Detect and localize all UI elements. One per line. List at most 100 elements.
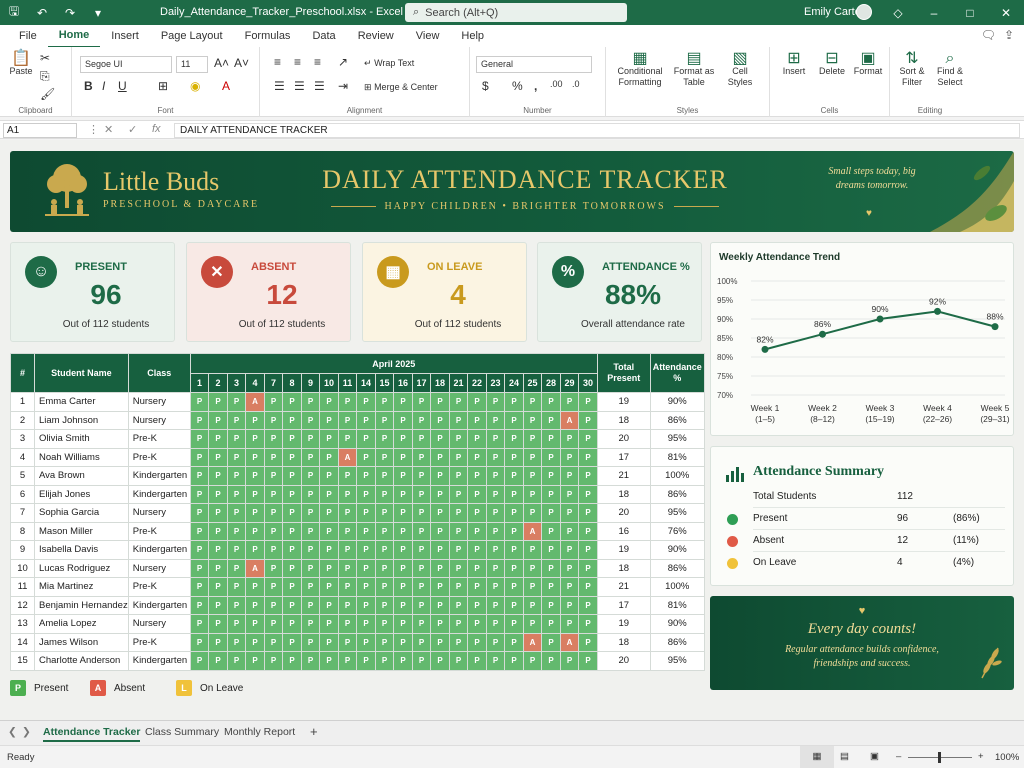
attendance-mark-cell[interactable]: P xyxy=(393,632,413,652)
attendance-mark-cell[interactable]: P xyxy=(485,540,506,560)
align-center-icon[interactable]: ☰ xyxy=(294,79,305,93)
attendance-mark-cell[interactable]: P xyxy=(578,484,598,504)
attendance-mark-cell[interactable]: A xyxy=(337,447,358,467)
attendance-mark-cell[interactable]: P xyxy=(467,558,487,578)
attendance-mark-cell[interactable]: P xyxy=(504,595,524,615)
increase-font-icon[interactable]: A˄ xyxy=(214,56,229,70)
attendance-mark-cell[interactable]: P xyxy=(319,447,339,467)
row-number-cell[interactable]: 13 xyxy=(10,614,35,634)
attendance-mark-cell[interactable]: P xyxy=(504,651,524,671)
attendance-mark-cell[interactable]: P xyxy=(356,429,376,449)
attendance-mark-cell[interactable]: P xyxy=(393,410,413,430)
class-cell[interactable]: Kindergarten xyxy=(127,484,191,504)
redo-icon[interactable]: ↷ xyxy=(56,0,84,25)
avatar[interactable] xyxy=(856,4,872,20)
attendance-mark-cell[interactable]: P xyxy=(356,651,376,671)
attendance-mark-cell[interactable]: P xyxy=(467,595,487,615)
attendance-mark-cell[interactable]: P xyxy=(374,632,395,652)
attendance-mark-cell[interactable]: P xyxy=(559,503,580,523)
attendance-mark-cell[interactable]: P xyxy=(467,392,487,412)
attendance-mark-cell[interactable]: P xyxy=(189,651,210,671)
underline-icon[interactable]: U xyxy=(118,79,127,93)
student-name-cell[interactable]: Mia Martinez xyxy=(34,577,129,597)
attendance-pct-cell[interactable]: 86% xyxy=(649,558,705,578)
attendance-mark-cell[interactable]: P xyxy=(578,614,598,634)
attendance-mark-cell[interactable]: P xyxy=(245,466,265,486)
attendance-mark-cell[interactable]: P xyxy=(467,632,487,652)
attendance-mark-cell[interactable]: P xyxy=(356,558,376,578)
attendance-mark-cell[interactable]: P xyxy=(300,521,321,541)
attendance-mark-cell[interactable]: P xyxy=(374,558,395,578)
attendance-mark-cell[interactable]: P xyxy=(300,632,321,652)
attendance-mark-cell[interactable]: P xyxy=(411,521,432,541)
day-header[interactable]: 25 xyxy=(522,373,543,393)
attendance-mark-cell[interactable]: P xyxy=(578,595,598,615)
normal-view-icon[interactable]: ▦ xyxy=(800,746,834,768)
attendance-mark-cell[interactable]: P xyxy=(226,392,247,412)
insert-function-icon[interactable]: fx xyxy=(152,123,161,135)
format-painter-icon[interactable]: 🖌 xyxy=(40,87,55,101)
attendance-mark-cell[interactable]: P xyxy=(226,540,247,560)
total-present-cell[interactable]: 18 xyxy=(596,558,651,578)
attendance-mark-cell[interactable]: P xyxy=(208,558,228,578)
attendance-mark-cell[interactable]: P xyxy=(226,429,247,449)
attendance-mark-cell[interactable]: P xyxy=(374,595,395,615)
class-cell[interactable]: Pre-K xyxy=(127,521,191,541)
attendance-mark-cell[interactable]: P xyxy=(263,503,284,523)
currency-icon[interactable]: $ xyxy=(482,79,489,93)
attendance-mark-cell[interactable]: P xyxy=(522,410,543,430)
attendance-mark-cell[interactable]: P xyxy=(430,410,450,430)
attendance-mark-cell[interactable]: P xyxy=(356,540,376,560)
attendance-mark-cell[interactable]: P xyxy=(189,614,210,634)
attendance-mark-cell[interactable]: P xyxy=(208,521,228,541)
sheet-tab-attendance-tracker[interactable]: Attendance Tracker xyxy=(43,726,141,742)
attendance-mark-cell[interactable]: P xyxy=(485,392,506,412)
save-icon[interactable]: 🖫 xyxy=(0,0,28,25)
tab-data[interactable]: Data xyxy=(301,25,346,47)
attendance-mark-cell[interactable]: P xyxy=(300,484,321,504)
attendance-mark-cell[interactable]: P xyxy=(411,540,432,560)
attendance-mark-cell[interactable]: P xyxy=(263,540,284,560)
attendance-mark-cell[interactable]: P xyxy=(393,577,413,597)
attendance-mark-cell[interactable]: P xyxy=(282,558,302,578)
attendance-mark-cell[interactable]: P xyxy=(226,632,247,652)
attendance-mark-cell[interactable]: P xyxy=(319,466,339,486)
attendance-mark-cell[interactable]: P xyxy=(559,558,580,578)
attendance-mark-cell[interactable]: P xyxy=(504,614,524,634)
attendance-mark-cell[interactable]: P xyxy=(226,410,247,430)
attendance-mark-cell[interactable]: P xyxy=(356,614,376,634)
total-present-cell[interactable]: 19 xyxy=(596,540,651,560)
row-number-cell[interactable]: 4 xyxy=(10,447,35,467)
attendance-mark-cell[interactable]: P xyxy=(189,558,210,578)
attendance-mark-cell[interactable]: P xyxy=(337,466,358,486)
total-present-cell[interactable]: 17 xyxy=(596,447,651,467)
attendance-pct-cell[interactable]: 81% xyxy=(649,595,705,615)
attendance-mark-cell[interactable]: A xyxy=(245,558,265,578)
attendance-mark-cell[interactable]: P xyxy=(541,521,561,541)
attendance-mark-cell[interactable]: P xyxy=(208,429,228,449)
class-cell[interactable]: Nursery xyxy=(127,410,191,430)
attendance-mark-cell[interactable]: P xyxy=(263,521,284,541)
header-attendance-pct[interactable]: Attendance % xyxy=(649,353,705,393)
attendance-mark-cell[interactable]: P xyxy=(485,651,506,671)
student-name-cell[interactable]: Isabella Davis xyxy=(34,540,129,560)
day-header[interactable]: 22 xyxy=(467,373,487,393)
attendance-mark-cell[interactable]: P xyxy=(559,577,580,597)
attendance-mark-cell[interactable]: P xyxy=(522,484,543,504)
attendance-mark-cell[interactable]: P xyxy=(356,521,376,541)
attendance-mark-cell[interactable]: P xyxy=(245,484,265,504)
attendance-mark-cell[interactable]: P xyxy=(541,595,561,615)
decrease-decimal-icon[interactable]: .0 xyxy=(572,79,580,89)
attendance-mark-cell[interactable]: P xyxy=(300,558,321,578)
attendance-mark-cell[interactable]: P xyxy=(467,540,487,560)
attendance-mark-cell[interactable]: P xyxy=(541,614,561,634)
tab-insert[interactable]: Insert xyxy=(100,25,150,47)
number-format-select[interactable]: General xyxy=(476,56,592,73)
student-name-cell[interactable]: Emma Carter xyxy=(34,392,129,412)
row-number-cell[interactable]: 5 xyxy=(10,466,35,486)
attendance-mark-cell[interactable]: P xyxy=(208,651,228,671)
day-header[interactable]: 9 xyxy=(300,373,321,393)
attendance-mark-cell[interactable]: P xyxy=(467,651,487,671)
attendance-mark-cell[interactable]: P xyxy=(245,595,265,615)
attendance-mark-cell[interactable]: P xyxy=(208,503,228,523)
